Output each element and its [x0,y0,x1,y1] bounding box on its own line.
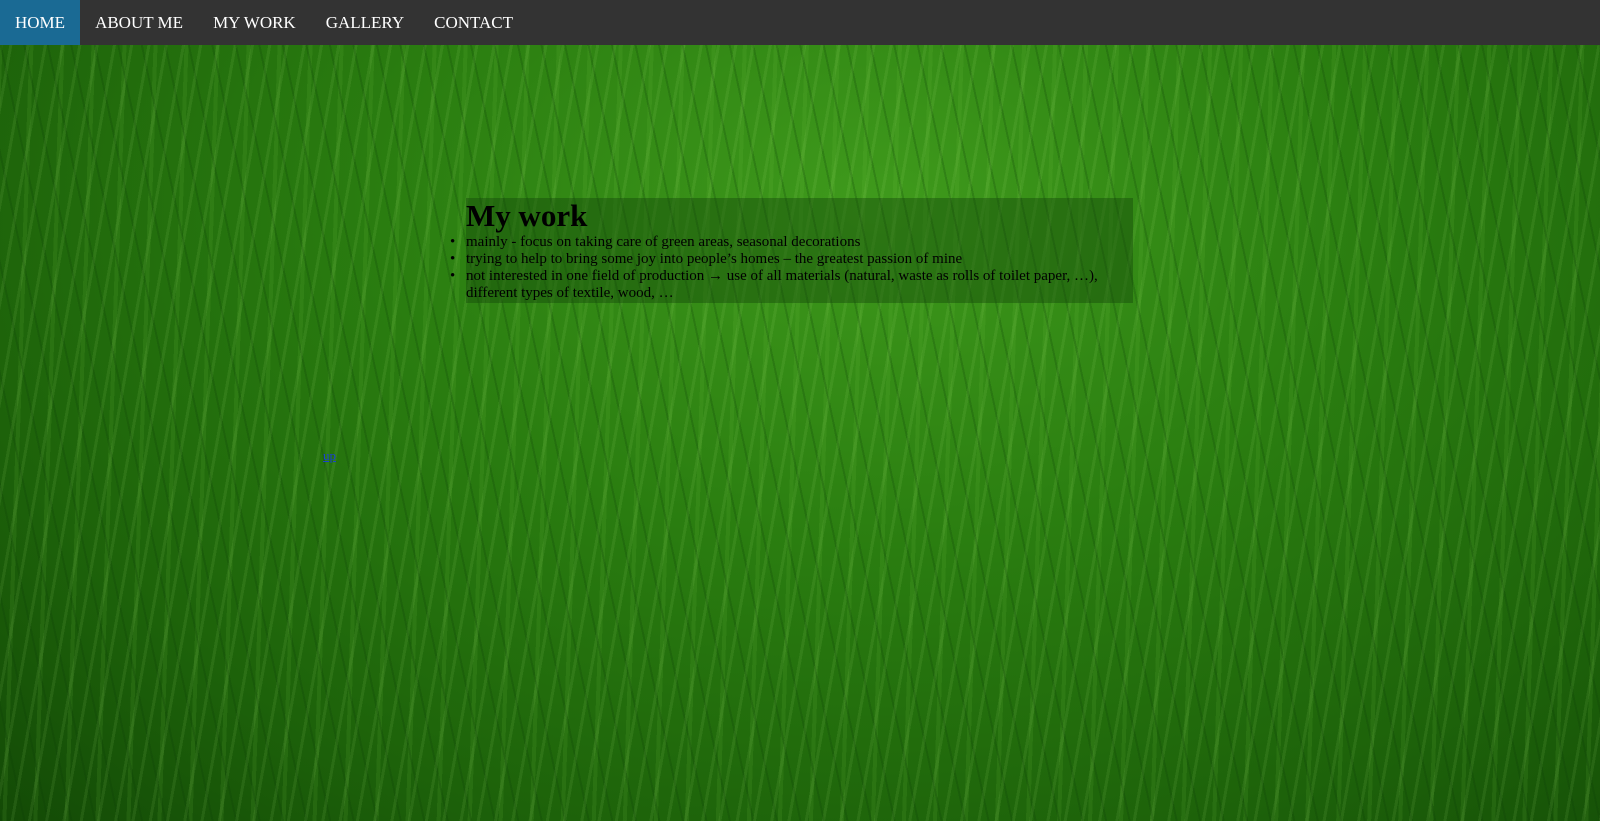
work-list: mainly - focus on taking care of green a… [450,234,1133,302]
top-navigation-bar: HOME ABOUT ME MY WORK GALLERY CONTACT [0,0,1600,45]
page-title: My work [466,198,588,233]
nav-item-my-work[interactable]: MY WORK [198,0,311,45]
nav-item-contact[interactable]: CONTACT [419,0,528,45]
list-item: trying to help to bring some joy into pe… [450,251,1133,268]
nav-item-home[interactable]: HOME [0,0,81,45]
nav-item-about-me[interactable]: ABOUT ME [80,0,198,45]
nav-item-gallery[interactable]: GALLERY [311,0,419,45]
my-work-section: My work mainly - focus on taking care of… [450,198,1133,303]
list-item: mainly - focus on taking care of green a… [450,234,1133,251]
back-to-top-link[interactable]: up [323,448,336,464]
list-item: not interested in one field of productio… [450,268,1133,302]
